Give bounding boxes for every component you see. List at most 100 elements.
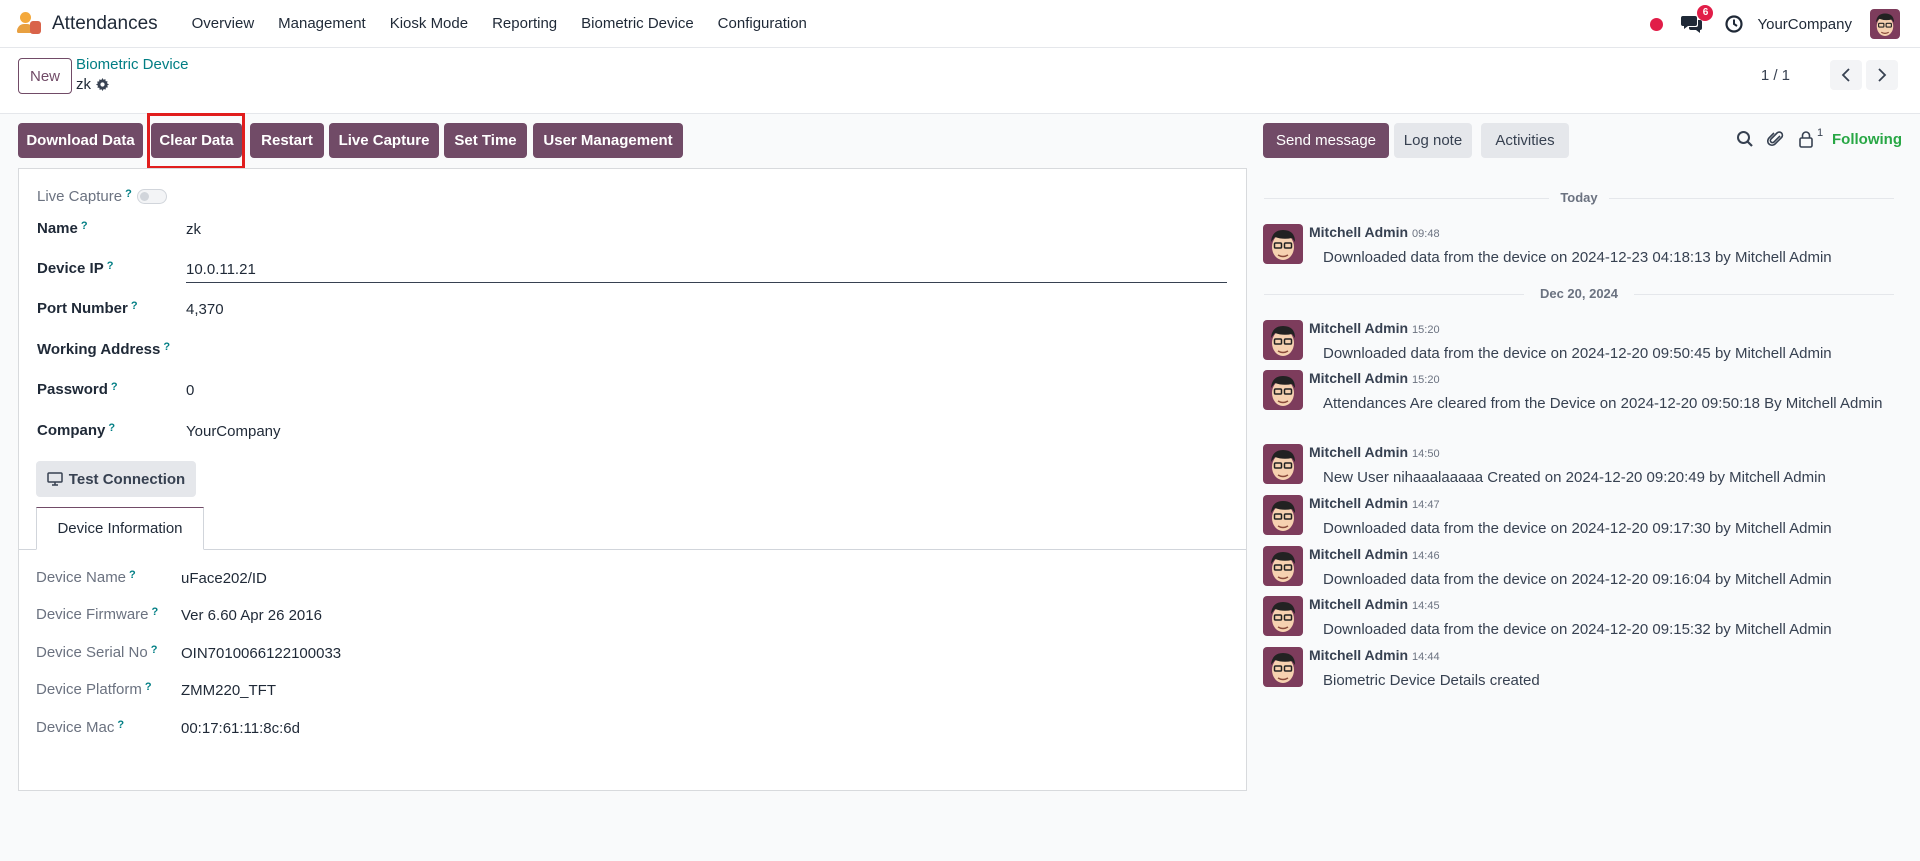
help-icon[interactable]: ? xyxy=(125,188,132,200)
date-separator-label: Today xyxy=(1560,190,1598,205)
menu-overview[interactable]: Overview xyxy=(180,15,267,32)
help-icon[interactable]: ? xyxy=(145,681,152,693)
chatter-message: Mitchell Admin 09:48 Downloaded data from… xyxy=(1263,224,1903,266)
following-button[interactable]: Following xyxy=(1832,131,1902,148)
author-avatar[interactable] xyxy=(1263,320,1303,360)
working-address-field[interactable] xyxy=(186,341,586,361)
menu-management[interactable]: Management xyxy=(266,15,378,32)
message-body: Downloaded data from the device on 2024-… xyxy=(1323,520,1832,537)
status-dot-icon[interactable] xyxy=(1650,17,1664,31)
set-time-button[interactable]: Set Time xyxy=(444,123,527,158)
author-avatar[interactable] xyxy=(1263,495,1303,535)
author-avatar[interactable] xyxy=(1263,647,1303,687)
message-body: Attendances Are cleared from the Device … xyxy=(1323,395,1883,412)
help-icon[interactable]: ? xyxy=(163,341,170,353)
password-field[interactable]: 0 xyxy=(186,382,194,399)
device-firmware-value: Ver 6.60 Apr 26 2016 xyxy=(181,607,322,624)
message-time: 14:50 xyxy=(1412,448,1440,460)
message-time: 15:20 xyxy=(1412,374,1440,386)
app-name[interactable]: Attendances xyxy=(52,13,158,35)
help-icon[interactable]: ? xyxy=(151,644,158,656)
test-connection-button[interactable]: Test Connection xyxy=(36,461,196,497)
desktop-icon xyxy=(47,472,63,486)
device-ip-label: Device IP? xyxy=(37,260,114,277)
message-time: 15:20 xyxy=(1412,324,1440,336)
message-time: 09:48 xyxy=(1412,228,1440,240)
author-avatar[interactable] xyxy=(1263,596,1303,636)
chatter-message: Mitchell Admin 14:47 Downloaded data from… xyxy=(1263,495,1903,537)
menu-kiosk-mode[interactable]: Kiosk Mode xyxy=(378,15,480,32)
attendances-app-icon[interactable] xyxy=(14,9,44,39)
menu-biometric-device[interactable]: Biometric Device xyxy=(569,15,706,32)
pager-next-button[interactable] xyxy=(1866,60,1898,90)
restart-button[interactable]: Restart xyxy=(250,123,324,158)
help-icon[interactable]: ? xyxy=(107,260,114,272)
top-navbar: Attendances Overview Management Kiosk Mo… xyxy=(0,0,1920,48)
chevron-left-icon xyxy=(1841,68,1850,82)
message-body: Downloaded data from the device on 2024-… xyxy=(1323,621,1832,638)
message-author[interactable]: Mitchell Admin 14:46 xyxy=(1309,546,1440,562)
chatter-message: Mitchell Admin 15:20 Downloaded data from… xyxy=(1263,320,1903,362)
device-name-label: Device Name? xyxy=(36,569,136,586)
help-icon[interactable]: ? xyxy=(152,606,159,618)
help-icon[interactable]: ? xyxy=(81,220,88,232)
message-author[interactable]: Mitchell Admin 15:20 xyxy=(1309,370,1440,386)
followers-lock-icon[interactable] xyxy=(1798,130,1814,148)
paperclip-icon[interactable] xyxy=(1767,130,1785,148)
live-capture-button[interactable]: Live Capture xyxy=(329,123,439,158)
author-avatar[interactable] xyxy=(1263,224,1303,264)
message-time: 14:46 xyxy=(1412,550,1440,562)
log-note-button[interactable]: Log note xyxy=(1394,123,1472,158)
messaging-button[interactable]: 6 xyxy=(1681,5,1714,34)
message-body: Downloaded data from the device on 2024-… xyxy=(1323,571,1832,588)
clock-icon[interactable] xyxy=(1725,15,1744,33)
pager-value[interactable]: 1 / 1 xyxy=(1761,67,1790,84)
test-connection-label: Test Connection xyxy=(68,470,186,488)
message-time: 14:45 xyxy=(1412,600,1440,612)
help-icon[interactable]: ? xyxy=(131,300,138,312)
download-data-button[interactable]: Download Data xyxy=(18,123,143,158)
messages-count-badge: 6 xyxy=(1697,5,1714,21)
author-avatar[interactable] xyxy=(1263,444,1303,484)
menu-configuration[interactable]: Configuration xyxy=(706,15,819,32)
activities-button[interactable]: Activities xyxy=(1481,123,1569,158)
clear-data-highlight xyxy=(147,113,245,169)
live-capture-toggle[interactable] xyxy=(137,189,167,204)
device-serial-value: OIN7010066122100033 xyxy=(181,645,342,662)
pager-previous-button[interactable] xyxy=(1830,60,1862,90)
help-icon[interactable]: ? xyxy=(129,569,136,581)
company-field[interactable]: YourCompany xyxy=(186,423,281,440)
message-body: New User nihaaalaaaaa Created on 2024-12… xyxy=(1323,469,1826,486)
send-message-button[interactable]: Send message xyxy=(1263,123,1389,158)
date-separator-dec-20: Dec 20, 2024 xyxy=(1264,284,1894,304)
breadcrumb-biometric-device[interactable]: Biometric Device xyxy=(76,56,189,73)
message-author[interactable]: Mitchell Admin 14:44 xyxy=(1309,647,1440,663)
author-avatar[interactable] xyxy=(1263,370,1303,410)
search-icon[interactable] xyxy=(1736,130,1754,148)
menu-reporting[interactable]: Reporting xyxy=(480,15,569,32)
author-avatar[interactable] xyxy=(1263,546,1303,586)
help-icon[interactable]: ? xyxy=(111,381,118,393)
name-label: Name? xyxy=(37,220,88,237)
message-author[interactable]: Mitchell Admin 14:45 xyxy=(1309,596,1440,612)
date-separator-today: Today xyxy=(1264,188,1894,208)
user-avatar[interactable] xyxy=(1870,9,1900,39)
new-button[interactable]: New xyxy=(18,58,72,94)
port-number-field[interactable]: 4,370 xyxy=(186,301,224,318)
message-author[interactable]: Mitchell Admin 14:50 xyxy=(1309,444,1440,460)
chatter-message: Mitchell Admin 14:44 Biometric Device Det… xyxy=(1263,647,1903,689)
tab-device-information[interactable]: Device Information xyxy=(36,507,204,550)
message-author[interactable]: Mitchell Admin 15:20 xyxy=(1309,320,1440,336)
help-icon[interactable]: ? xyxy=(117,719,124,731)
company-switcher[interactable]: YourCompany xyxy=(1757,16,1852,33)
message-author[interactable]: Mitchell Admin 09:48 xyxy=(1309,224,1440,240)
port-number-label: Port Number? xyxy=(37,300,138,317)
device-ip-field[interactable]: 10.0.11.21 xyxy=(186,261,256,278)
name-field[interactable]: zk xyxy=(186,221,201,238)
message-time: 14:44 xyxy=(1412,651,1440,663)
message-author[interactable]: Mitchell Admin 14:47 xyxy=(1309,495,1440,511)
user-management-button[interactable]: User Management xyxy=(533,123,683,158)
control-panel: New Biometric Device zk 1 / 1 xyxy=(0,48,1920,114)
help-icon[interactable]: ? xyxy=(108,422,115,434)
gear-icon[interactable] xyxy=(96,78,109,91)
